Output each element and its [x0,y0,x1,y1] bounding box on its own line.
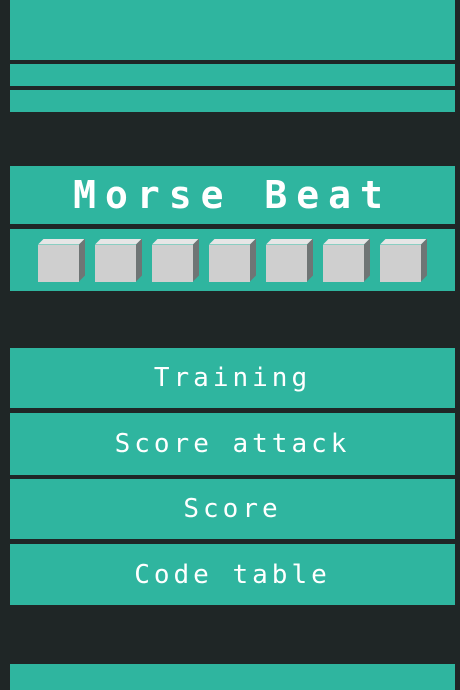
code-display [10,229,455,291]
empty-cube-icon [266,239,313,282]
score-attack-button[interactable]: Score attack [10,413,455,475]
code-table-button[interactable]: Code table [10,544,455,605]
top-band-2 [10,64,455,86]
score-button[interactable]: Score [10,479,455,539]
empty-cube-icon [152,239,199,282]
app-title: Morse Beat [10,166,455,224]
empty-cube-icon [38,239,85,282]
top-band-3 [10,90,455,112]
empty-cube-icon [209,239,256,282]
bottom-band [10,664,455,690]
empty-cube-icon [323,239,370,282]
empty-cube-icon [95,239,142,282]
training-button[interactable]: Training [10,348,455,408]
top-band-1 [10,0,455,60]
empty-cube-icon [380,239,427,282]
